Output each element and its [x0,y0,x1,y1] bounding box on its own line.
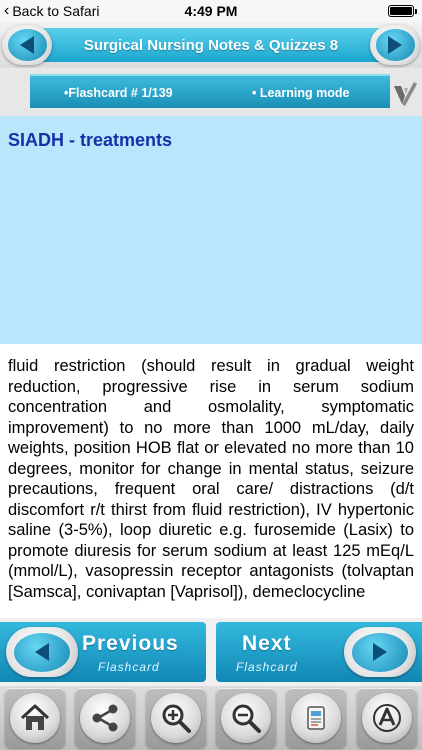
flashcard-counter: •Flashcard # 1/139 [64,86,173,100]
text-format-button[interactable] [356,688,417,748]
previous-circle [6,627,78,677]
next-circle [344,627,416,677]
previous-flashcard-button[interactable]: Previous Flashcard [0,622,206,682]
status-bar: ‹ Back to Safari 4:49 PM [0,0,422,22]
notes-button[interactable] [286,688,347,748]
share-button[interactable] [75,688,136,748]
battery-icon [388,5,417,17]
zoom-out-button[interactable] [216,688,277,748]
notes-icon [307,706,326,730]
zoom-in-icon [162,704,191,733]
home-icon [21,704,50,730]
flashcard-nav: Previous Flashcard Next Flashcard [0,618,422,686]
arrow-right-icon [375,29,415,61]
bottom-toolbar [0,686,422,750]
next-flashcard-button[interactable]: Next Flashcard [216,622,422,682]
arrow-right-icon [351,632,409,672]
mode-label: • Learning mode [252,86,350,100]
flashcard-title: SIADH - treatments [8,130,173,150]
next-label: Next [242,632,292,655]
share-icon [92,704,118,732]
arrow-left-icon [7,29,47,61]
zoom-in-button[interactable] [145,688,206,748]
previous-sublabel: Flashcard [98,660,160,674]
zoom-out-icon [232,704,262,733]
brand-logo-icon [394,82,417,106]
flashcard-body: fluid restriction (should result in grad… [8,357,414,601]
previous-label: Previous [82,632,179,655]
text-format-icon [372,704,401,732]
app-title-banner: Surgical Nursing Notes & Quizzes 8 [30,28,392,62]
flashcard-title-area: SIADH - treatments [0,116,422,344]
next-sublabel: Flashcard [236,660,298,674]
home-button[interactable] [5,688,66,748]
header-back-button[interactable] [2,25,52,65]
info-strip: •Flashcard # 1/139 • Learning mode [0,68,422,116]
header-forward-button[interactable] [370,25,420,65]
status-time: 4:49 PM [184,3,238,19]
app-title: Surgical Nursing Notes & Quizzes 8 [83,36,339,54]
flashcard-info-bar: •Flashcard # 1/139 • Learning mode [30,74,390,108]
app-header: Surgical Nursing Notes & Quizzes 8 [0,22,422,68]
arrow-left-icon [13,632,71,672]
